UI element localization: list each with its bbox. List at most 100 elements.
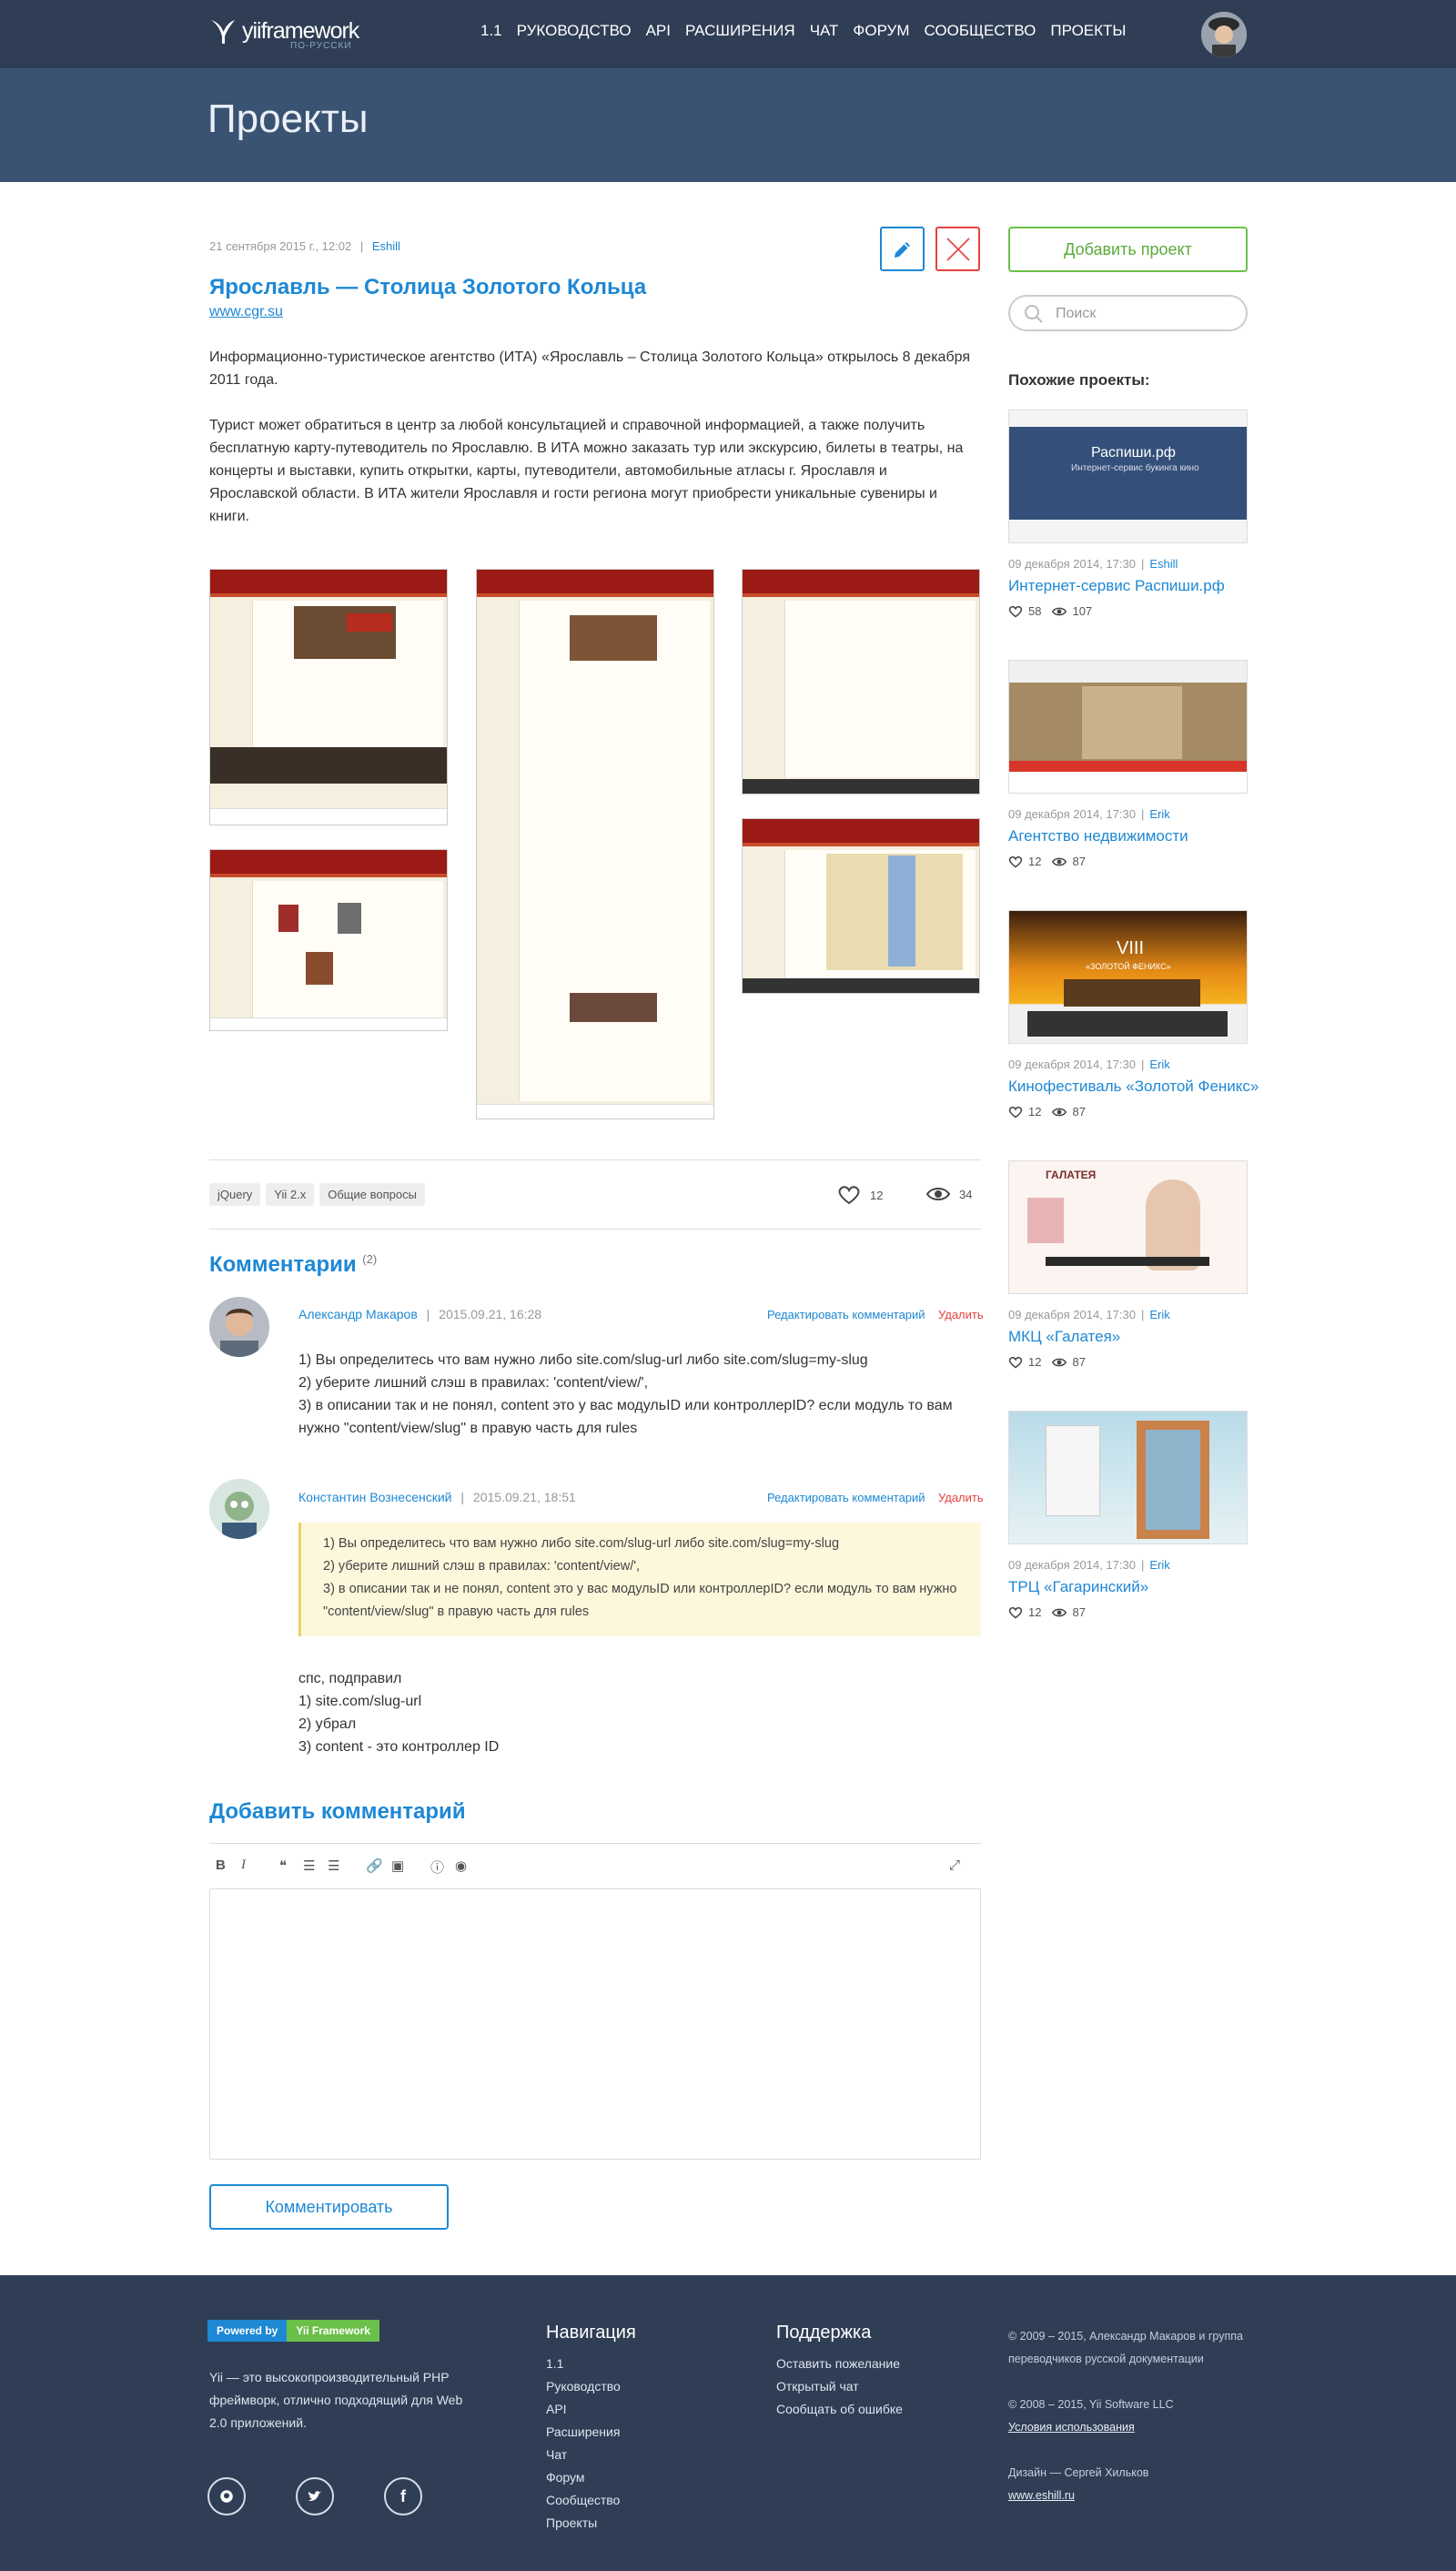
- tag-jquery[interactable]: jQuery: [209, 1183, 261, 1206]
- powered-by-brand: Yii Framework: [287, 2320, 379, 2342]
- copyright-ru: © 2009 – 2015, Александр Макаров и групп…: [1008, 2330, 1243, 2365]
- editor-toolbar: B I ❝ ☰ ☰ 🔗 ▣ ⓘ ◉ ⤢: [209, 1843, 981, 1888]
- image-icon[interactable]: ▣: [391, 1857, 404, 1874]
- nav-item-chat[interactable]: ЧАТ: [810, 22, 839, 40]
- edit-button[interactable]: [880, 227, 925, 271]
- comment-avatar[interactable]: [209, 1479, 269, 1539]
- footer-nav-item[interactable]: Чат: [546, 2444, 636, 2466]
- powered-by-badge[interactable]: Powered by Yii Framework: [207, 2320, 379, 2342]
- footer: Powered by Yii Framework Yii — это высок…: [0, 2275, 1456, 2571]
- eye-icon: [1052, 857, 1067, 865]
- project-screenshot[interactable]: [742, 818, 980, 994]
- nav-item-extensions[interactable]: РАСШИРЕНИЯ: [685, 22, 795, 40]
- project-author-link[interactable]: Erik: [1149, 1308, 1169, 1321]
- project-thumbnail[interactable]: Распиши.рф Интернет-сервис букинга кино: [1008, 410, 1248, 543]
- project-meta: 09 декабря 2014, 17:30 | Eshill: [1008, 557, 1178, 571]
- terms-link[interactable]: Условия использования: [1008, 2421, 1135, 2434]
- project-url-link[interactable]: www.cgr.su: [209, 304, 283, 320]
- designer-link[interactable]: www.eshill.ru: [1008, 2489, 1075, 2502]
- quote-icon[interactable]: ❝: [279, 1857, 287, 1874]
- delete-comment-link[interactable]: Удалить: [938, 1308, 984, 1321]
- nav-item-projects[interactable]: ПРОЕКТЫ: [1050, 22, 1126, 40]
- submit-comment-button[interactable]: Комментировать: [209, 2184, 449, 2230]
- project-screenshot[interactable]: [209, 569, 448, 825]
- project-thumbnail[interactable]: ГАЛАТЕЯ: [1008, 1160, 1248, 1294]
- twitter-icon[interactable]: [296, 2477, 334, 2515]
- project-thumbnail[interactable]: [1008, 660, 1248, 794]
- tag-general[interactable]: Общие вопросы: [319, 1183, 425, 1206]
- project-title-link[interactable]: Кинофестиваль «Золотой Феникс»: [1008, 1078, 1259, 1096]
- eye-icon: [1052, 1358, 1067, 1366]
- comment-line: 1) Вы определитесь что вам нужно либо si…: [298, 1352, 868, 1368]
- footer-support-item[interactable]: Сообщать об ошибке: [776, 2398, 903, 2421]
- comment-author-link[interactable]: Константин Вознесенский: [298, 1490, 452, 1504]
- footer-nav-item[interactable]: Расширения: [546, 2421, 636, 2444]
- add-project-button[interactable]: Добавить проект: [1008, 227, 1248, 272]
- user-avatar[interactable]: [1201, 12, 1247, 57]
- search-input[interactable]: Поиск: [1008, 295, 1248, 331]
- design-credit: Дизайн — Сергей Хильков: [1008, 2466, 1149, 2479]
- project-author-link[interactable]: Eshill: [1149, 557, 1178, 571]
- comment-quote: 1) Вы определитесь что вам нужно либо si…: [298, 1523, 981, 1636]
- footer-support-item[interactable]: Открытый чат: [776, 2375, 903, 2398]
- nav-item-1-1[interactable]: 1.1: [480, 22, 502, 40]
- project-author-link[interactable]: Erik: [1149, 1558, 1169, 1572]
- project-likes[interactable]: 12: [837, 1185, 883, 1205]
- similar-projects-heading: Похожие проекты:: [1008, 371, 1150, 389]
- info-icon[interactable]: ⓘ: [430, 1857, 444, 1877]
- footer-nav-item[interactable]: API: [546, 2398, 636, 2421]
- footer-nav-item[interactable]: Руководство: [546, 2375, 636, 2398]
- footer-support-item[interactable]: Оставить пожелание: [776, 2353, 903, 2375]
- nav-item-community[interactable]: СООБЩЕСТВО: [925, 22, 1036, 40]
- top-navbar: yiiframework ПО-РУССКИ 1.1 РУКОВОДСТВО A…: [0, 0, 1456, 68]
- footer-nav-item[interactable]: Сообщество: [546, 2489, 636, 2512]
- project-title-link[interactable]: Интернет-сервис Распиши.рф: [1008, 577, 1225, 595]
- nav-item-forum[interactable]: ФОРУМ: [853, 22, 909, 40]
- eye-icon: [1052, 607, 1067, 615]
- thumb-mkc-brand: ГАЛАТЕЯ: [1046, 1169, 1097, 1181]
- italic-icon[interactable]: I: [241, 1857, 246, 1873]
- project-author-link[interactable]: Erik: [1149, 1058, 1169, 1071]
- footer-nav-item[interactable]: Форум: [546, 2466, 636, 2489]
- comment-textarea[interactable]: [209, 1888, 981, 2160]
- comment-line: спс, подправил: [298, 1671, 402, 1686]
- project-title-link[interactable]: Агентство недвижимости: [1008, 827, 1188, 845]
- nav-item-guide[interactable]: РУКОВОДСТВО: [517, 22, 632, 40]
- edit-comment-link[interactable]: Редактировать комментарий: [767, 1491, 925, 1504]
- bullet-list-icon[interactable]: ☰: [303, 1857, 315, 1874]
- project-author-link[interactable]: Eshill: [372, 239, 400, 253]
- heart-icon: [1008, 1356, 1023, 1368]
- project-meta: 09 декабря 2014, 17:30 | Erik: [1008, 1058, 1170, 1071]
- project-title-link[interactable]: МКЦ «Галатея»: [1008, 1328, 1120, 1346]
- fullscreen-icon[interactable]: ⤢: [949, 1857, 960, 1873]
- project-title-link[interactable]: ТРЦ «Гагаринский»: [1008, 1578, 1148, 1596]
- preview-icon[interactable]: ◉: [455, 1857, 467, 1874]
- facebook-icon[interactable]: f: [384, 2477, 422, 2515]
- project-thumbnail[interactable]: VIII «ЗОЛОТОЙ ФЕНИКС»: [1008, 910, 1248, 1044]
- delete-button[interactable]: [935, 227, 980, 271]
- project-stats: 12 87: [1008, 1605, 1086, 1619]
- project-screenshot[interactable]: [209, 849, 448, 1031]
- project-screenshot[interactable]: [742, 569, 980, 795]
- tag-yii2[interactable]: Yii 2.x: [266, 1183, 315, 1206]
- numbered-list-icon[interactable]: ☰: [328, 1857, 339, 1874]
- footer-nav-item[interactable]: 1.1: [546, 2353, 636, 2375]
- link-icon[interactable]: 🔗: [366, 1857, 383, 1874]
- comment-author-link[interactable]: Александр Макаров: [298, 1307, 418, 1321]
- bold-icon[interactable]: B: [216, 1857, 226, 1873]
- comment-avatar[interactable]: [209, 1297, 269, 1357]
- project-author-link[interactable]: Erik: [1149, 807, 1169, 821]
- footer-copyright: © 2009 – 2015, Александр Макаров и групп…: [1008, 2325, 1254, 2507]
- project-thumbnail[interactable]: [1008, 1411, 1248, 1544]
- footer-nav-item[interactable]: Проекты: [546, 2512, 636, 2535]
- edit-comment-link[interactable]: Редактировать комментарий: [767, 1308, 925, 1321]
- page-banner: Проекты: [0, 68, 1456, 182]
- github-icon[interactable]: [207, 2477, 246, 2515]
- footer-nav-heading: Навигация: [546, 2323, 636, 2343]
- nav-item-api[interactable]: API: [646, 22, 671, 40]
- project-description-2: Турист может обратиться в центр за любой…: [209, 418, 964, 524]
- project-screenshot[interactable]: [476, 569, 714, 1119]
- thumb-fest-title: VIII: [1117, 938, 1145, 958]
- yii-logo[interactable]: yiiframework ПО-РУССКИ: [207, 16, 371, 53]
- delete-comment-link[interactable]: Удалить: [938, 1491, 984, 1504]
